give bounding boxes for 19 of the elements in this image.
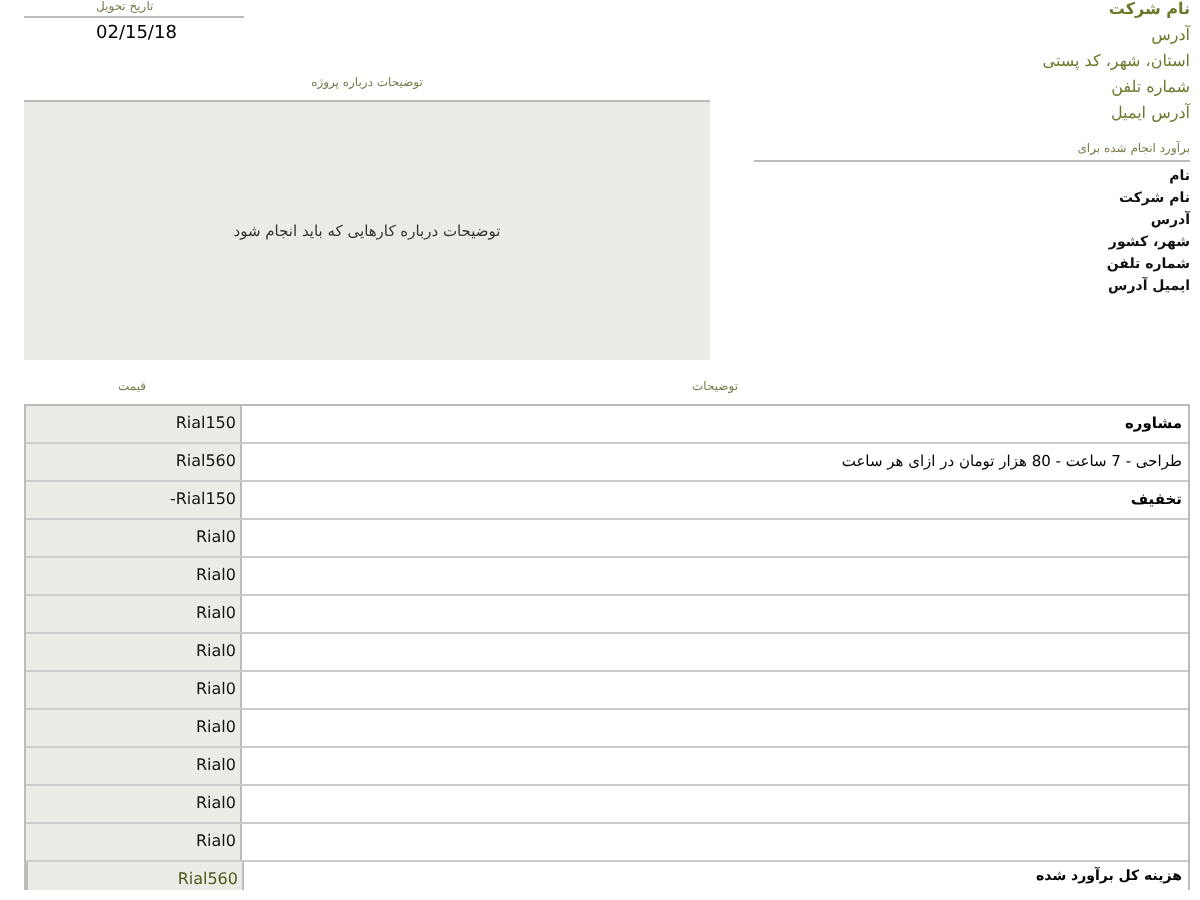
price-cell: Rial0 bbox=[26, 824, 242, 860]
price-cell: Rial0 bbox=[26, 558, 242, 594]
price-cell: Rial0 bbox=[26, 710, 242, 746]
company-info-line: استان، شهر، کد پستی bbox=[1042, 52, 1190, 70]
price-cell: -Rial150 bbox=[26, 482, 242, 518]
total-price-cell: Rial560 bbox=[28, 862, 244, 890]
company-info-line: شماره تلفن bbox=[1111, 78, 1190, 96]
delivery-date: 02/15/18 bbox=[96, 24, 179, 44]
price-cell: Rial0 bbox=[26, 520, 242, 556]
price-cell: Rial0 bbox=[26, 748, 242, 784]
company-info-line: آدرس bbox=[1151, 26, 1190, 44]
company-name: نام شرکت bbox=[1108, 0, 1190, 18]
price-cell: Rial150 bbox=[26, 406, 242, 442]
price-cell: Rial0 bbox=[26, 786, 242, 822]
company-info-line: آدرس ایمیل bbox=[1110, 104, 1190, 122]
price-cell: Rial0 bbox=[26, 672, 242, 708]
price-cell: Rial0 bbox=[26, 634, 242, 670]
price-cell: Rial560 bbox=[26, 444, 242, 480]
price-cell: Rial0 bbox=[26, 596, 242, 632]
